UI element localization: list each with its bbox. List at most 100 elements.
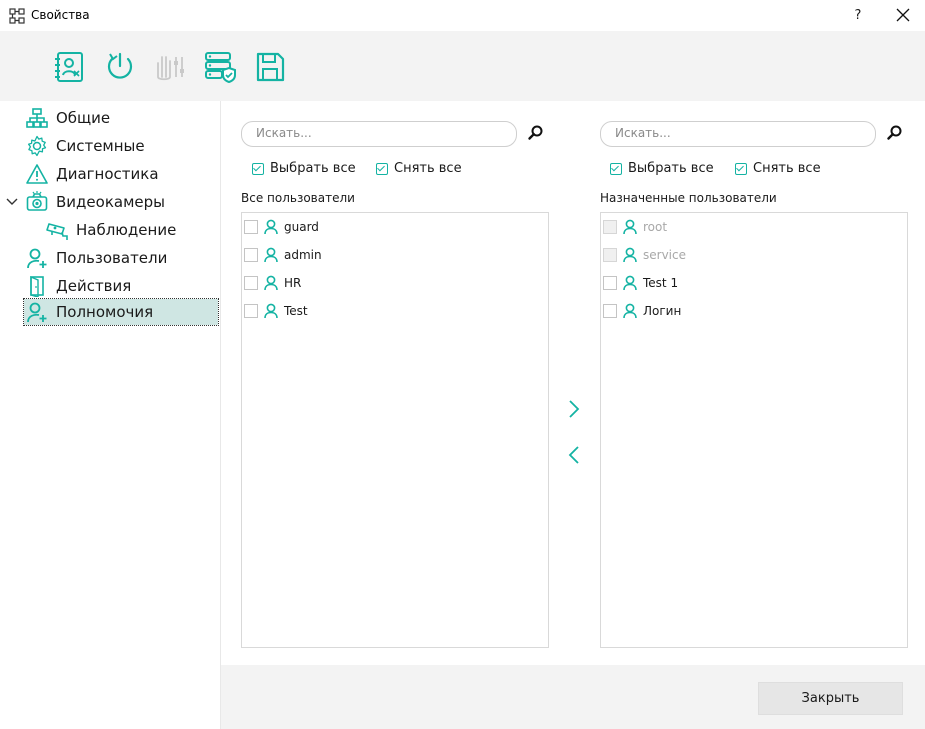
sidebar-item-actions[interactable]: Действия: [26, 275, 131, 297]
user-name: Логин: [643, 304, 682, 318]
user-icon: [623, 303, 637, 319]
close-button[interactable]: Закрыть: [758, 682, 903, 715]
user-checkbox[interactable]: [603, 276, 617, 290]
user-checkbox: [603, 220, 617, 234]
select-all-label: Выбрать все: [628, 161, 714, 176]
check-icon: [376, 162, 388, 175]
user-add-icon: [27, 248, 47, 269]
user-name: root: [643, 220, 668, 234]
network-icon: [26, 108, 48, 128]
power-icon: [107, 52, 133, 79]
toolbar-power-button[interactable]: [102, 49, 138, 85]
search-icon[interactable]: [886, 124, 904, 142]
toolbar-contact-button[interactable]: [52, 49, 88, 85]
check-icon: [252, 162, 264, 175]
chevron-right-icon[interactable]: [567, 399, 581, 419]
warning-icon: [26, 164, 48, 184]
window-title: Свойства: [31, 8, 90, 22]
user-checkbox[interactable]: [244, 220, 258, 234]
user-name: admin: [284, 248, 322, 262]
user-checkbox[interactable]: [244, 276, 258, 290]
all-users-search-input[interactable]: Искать...: [241, 121, 517, 147]
user-icon: [264, 219, 278, 235]
list-item[interactable]: admin: [244, 245, 322, 265]
search-placeholder: Искать...: [615, 126, 671, 140]
assigned-users-title: Назначенные пользователи: [600, 191, 777, 205]
app-icon: [9, 8, 25, 24]
toolbar-stop-button: [152, 49, 188, 85]
sidebar-item-label: Общие: [56, 109, 111, 127]
toolbar-save-button[interactable]: [252, 49, 288, 85]
user-name: Test: [284, 304, 308, 318]
chevron-down-icon[interactable]: [6, 197, 18, 207]
deselect-all-label: Снять все: [753, 161, 821, 176]
hand-sliders-icon: [157, 56, 184, 81]
list-item: root: [603, 217, 667, 237]
sidebar-item-label: Полномочия: [56, 303, 154, 321]
user-checkbox: [603, 248, 617, 262]
user-icon: [623, 247, 637, 263]
sidebar-item-permissions[interactable]: Полномочия: [23, 298, 219, 326]
sidebar-item-label: Действия: [56, 277, 132, 295]
user-icon: [623, 219, 637, 235]
user-name: guard: [284, 220, 319, 234]
search-placeholder: Искать...: [256, 126, 312, 140]
list-item[interactable]: Логин: [603, 301, 681, 321]
server-shield-icon: [205, 52, 236, 84]
door-icon: [30, 275, 44, 297]
deselect-all-button[interactable]: Снять все: [735, 161, 821, 176]
toolbar-security-button[interactable]: [202, 49, 238, 85]
window-close-button[interactable]: [888, 4, 918, 26]
sidebar-item-label: Диагностика: [56, 165, 159, 183]
user-name: Test 1: [643, 276, 679, 290]
camera-icon: [26, 191, 48, 211]
sidebar-item-surveillance[interactable]: Наблюдение: [46, 219, 176, 241]
select-all-label: Выбрать все: [270, 161, 356, 176]
sidebar-item-cameras[interactable]: Видеокамеры: [26, 191, 165, 213]
all-users-list[interactable]: guard admin HR Test: [241, 212, 549, 648]
list-item[interactable]: HR: [244, 273, 301, 293]
sidebar-item-label: Пользователи: [56, 249, 168, 267]
select-all-button[interactable]: Выбрать все: [252, 161, 356, 176]
sidebar-item-label: Системные: [56, 137, 145, 155]
select-all-button[interactable]: Выбрать все: [610, 161, 714, 176]
assigned-users-search-input[interactable]: Искать...: [600, 121, 876, 147]
user-icon: [264, 247, 278, 263]
sidebar-item-general[interactable]: Общие: [26, 107, 110, 129]
search-icon[interactable]: [527, 124, 545, 142]
user-checkbox[interactable]: [244, 248, 258, 262]
user-name: service: [643, 248, 686, 262]
assigned-users-list[interactable]: root service Test 1 Логин: [600, 212, 908, 648]
sidebar: Общие Системные Диагностика Видеокамеры: [0, 101, 221, 729]
gear-icon: [27, 135, 47, 157]
save-icon: [256, 52, 285, 82]
user-checkbox[interactable]: [603, 304, 617, 318]
list-item[interactable]: guard: [244, 217, 319, 237]
contact-card-icon: [55, 52, 83, 82]
title-bar: Свойства ?: [0, 0, 925, 31]
sidebar-item-users[interactable]: Пользователи: [26, 247, 167, 269]
all-users-title: Все пользователи: [241, 191, 355, 205]
user-icon: [264, 303, 278, 319]
help-button[interactable]: ?: [849, 6, 867, 26]
check-icon: [735, 162, 747, 175]
deselect-all-button[interactable]: Снять все: [376, 161, 462, 176]
list-item: service: [603, 245, 686, 265]
footer: Закрыть: [221, 665, 925, 729]
cctv-icon: [46, 223, 68, 240]
user-add-icon: [27, 302, 47, 323]
permissions-panel: Искать... Выбрать все Снять все Все поль…: [221, 101, 925, 665]
toolbar: [0, 31, 925, 101]
user-icon: [623, 275, 637, 291]
deselect-all-label: Снять все: [394, 161, 462, 176]
user-checkbox[interactable]: [244, 304, 258, 318]
chevron-left-icon[interactable]: [567, 445, 581, 465]
check-icon: [610, 162, 622, 175]
list-item[interactable]: Test: [244, 301, 308, 321]
sidebar-item-system[interactable]: Системные: [26, 135, 145, 157]
list-item[interactable]: Test 1: [603, 273, 678, 293]
user-name: HR: [284, 276, 302, 290]
sidebar-item-diagnostics[interactable]: Диагностика: [26, 163, 159, 185]
sidebar-item-label: Видеокамеры: [56, 193, 165, 211]
sidebar-item-label: Наблюдение: [76, 221, 177, 239]
